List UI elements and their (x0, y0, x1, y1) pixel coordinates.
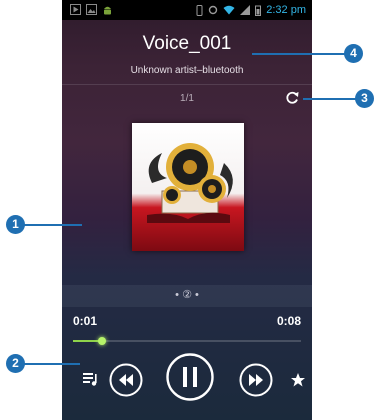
elapsed-time: 0:01 (73, 314, 98, 328)
pause-button[interactable] (166, 353, 214, 401)
android-notification-icon (104, 6, 111, 15)
album-art (132, 123, 244, 251)
total-time: 0:08 (276, 314, 301, 328)
callout-line-4 (252, 53, 346, 55)
callout-badge-1: 1 (6, 215, 25, 234)
vibrate-icon (196, 4, 203, 16)
music-player-screen: 2:32 pm Voice_001 Unknown artist–bluetoo… (62, 0, 312, 420)
track-artist: Unknown artist–bluetooth (130, 65, 244, 76)
repeat-icon[interactable] (283, 89, 301, 107)
track-position: 1/1 (180, 93, 194, 104)
callout-badge-3: 3 (355, 89, 374, 108)
battery-icon (255, 5, 262, 16)
signal-icon (240, 5, 251, 15)
playlist-icon[interactable] (82, 371, 100, 387)
progress-thumb[interactable] (97, 337, 106, 345)
progress-track (73, 340, 301, 342)
sync-icon (209, 5, 218, 15)
page-indicator: • ② • (175, 289, 199, 301)
callout-line-2 (24, 363, 80, 365)
progress-slider[interactable] (73, 337, 301, 345)
header-divider (62, 84, 312, 85)
image-notification-icon (86, 4, 97, 15)
callout-line-3 (303, 98, 357, 100)
status-time: 2:32 pm (266, 4, 306, 16)
callout-line-1 (24, 224, 82, 226)
wifi-icon (223, 5, 235, 15)
speaker-artwork-image (147, 143, 233, 223)
page-indicator-bar: • ② • (62, 285, 312, 307)
track-title: Voice_001 (142, 33, 232, 54)
next-button[interactable] (239, 363, 273, 397)
play-notification-icon (70, 4, 81, 15)
callout-badge-4: 4 (344, 44, 363, 63)
status-bar: 2:32 pm (62, 0, 312, 20)
previous-button[interactable] (109, 363, 143, 397)
callout-badge-2: 2 (6, 354, 25, 373)
favorite-star-icon[interactable] (290, 372, 306, 388)
playback-controls (62, 345, 312, 420)
